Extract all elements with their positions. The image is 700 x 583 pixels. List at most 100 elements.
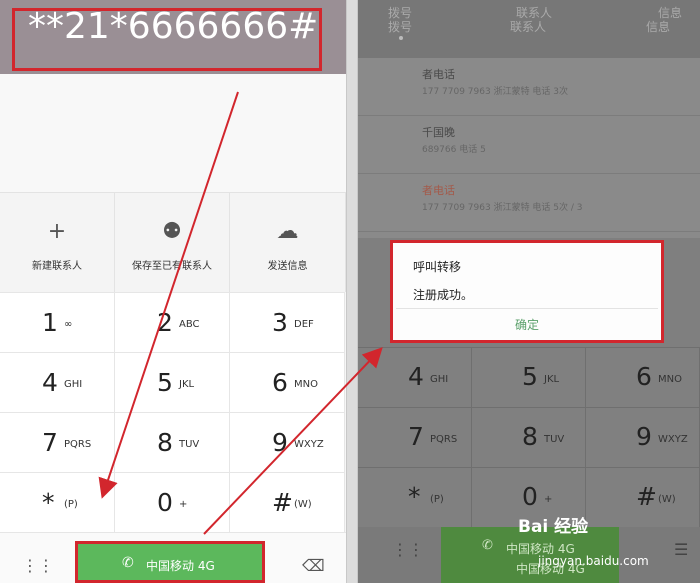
key-letters: (P) (430, 494, 444, 505)
key-digit: # (636, 482, 657, 511)
key-letters: JKL (544, 374, 560, 385)
key-letters: ABC (179, 319, 200, 330)
key-4[interactable]: 4 GHI (358, 347, 472, 407)
watermark-brand: Bai 经验 (518, 517, 589, 537)
key-letters: PQRS (430, 434, 458, 445)
key-letters: (P) (64, 499, 78, 510)
blank-area (0, 74, 346, 192)
key-digit: 8 (522, 422, 538, 451)
call-highlight-box (75, 541, 265, 583)
call-forward-result-screen: 拨号 拨号 联系人 联系人 信息 信息 者电话 177 7709 7963 浙江… (358, 0, 700, 583)
key-digit: 9 (636, 422, 652, 451)
caller-name: 者电话 (422, 68, 455, 81)
key-letters: TUV (179, 439, 200, 450)
key-letters: JKL (179, 379, 195, 390)
save-to-contact-label: 保存至已有联系人 (132, 261, 212, 272)
new-contact-label: 新建联系人 (32, 261, 82, 272)
key-digit: # (272, 488, 293, 517)
key-digit: 7 (42, 428, 58, 457)
key-digit: 8 (157, 428, 173, 457)
key-digit: 4 (408, 362, 424, 391)
key-5[interactable]: 5 JKL (472, 347, 586, 407)
key-digit: 2 (157, 308, 173, 337)
call-details: 177 7709 7963 浙江蒙特 电话 3次 (422, 87, 569, 97)
key-hash[interactable]: # (W) (586, 467, 700, 527)
key-digit: 9 (272, 428, 288, 457)
recent-call-row[interactable]: 者电话 177 7709 7963 浙江蒙特 电话 5次 / 3 (358, 174, 700, 232)
key-digit: 7 (408, 422, 424, 451)
key-digit: 0 (522, 482, 538, 511)
key-letters: + (544, 494, 553, 505)
key-5[interactable]: 5 JKL (115, 352, 230, 412)
key-digit: * (42, 488, 55, 517)
key-digit: 6 (636, 362, 652, 391)
key-letters: (W) (658, 494, 676, 505)
number-highlight-box (12, 8, 322, 71)
key-hash[interactable]: # (W) (230, 472, 345, 532)
new-contact-button[interactable]: + 新建联系人 (0, 192, 115, 292)
key-letters: + (179, 499, 188, 510)
tab-bar: 拨号 拨号 联系人 联系人 信息 信息 (358, 0, 700, 58)
key-digit: 3 (272, 308, 288, 337)
key-letters: MNO (294, 379, 318, 390)
key-8[interactable]: 8 TUV (472, 407, 586, 467)
recent-calls-list: 者电话 177 7709 7963 浙江蒙特 电话 3次 千国晚 689766 … (358, 58, 700, 238)
plus-icon: + (47, 219, 67, 244)
send-message-label: 发送信息 (267, 261, 308, 272)
key-letters: DEF (294, 319, 314, 330)
key-digit: * (408, 482, 421, 511)
key-digit: 1 (42, 308, 58, 337)
key-4[interactable]: 4 GHI (0, 352, 115, 412)
key-letters: ∞ (64, 319, 73, 330)
key-9[interactable]: 9 WXYZ (230, 412, 345, 472)
key-letters: TUV (544, 434, 565, 445)
dialer-screen: **21*6666666# + 新建联系人 ⚉ 保存至已有联系人 ☁ 发送信息 … (0, 0, 346, 583)
key-digit: 4 (42, 368, 58, 397)
watermark-url: jingyan.baidu.com (538, 554, 649, 568)
key-letters: PQRS (64, 439, 92, 450)
save-to-contact-button[interactable]: ⚉ 保存至已有联系人 (115, 192, 230, 292)
menu-icon[interactable]: ☰ (674, 540, 688, 559)
key-9[interactable]: 9 WXYZ (586, 407, 700, 467)
recent-call-row[interactable]: 千国晚 689766 电话 5 (358, 116, 700, 174)
key-letters: WXYZ (658, 434, 688, 445)
tab-dial-label: 拨号 (388, 20, 413, 34)
key-letters: MNO (658, 374, 682, 385)
keypad-grid-icon[interactable]: ⋮⋮ (22, 556, 54, 575)
key-digit: 6 (272, 368, 288, 397)
key-star[interactable]: * (P) (0, 472, 115, 532)
call-details: 689766 电话 5 (422, 145, 486, 155)
key-7[interactable]: 7 PQRS (358, 407, 472, 467)
key-letters: GHI (64, 379, 83, 390)
key-7[interactable]: 7 PQRS (0, 412, 115, 472)
key-digit: 5 (522, 362, 538, 391)
tab-messages-label: 信息 (646, 20, 671, 34)
caller-name: 者电话 (422, 184, 455, 197)
person-icon: ⚉ (162, 219, 182, 244)
dialog-highlight-box (390, 240, 664, 343)
key-digit: 5 (157, 368, 173, 397)
call-details: 177 7709 7963 浙江蒙特 电话 5次 / 3 (422, 203, 583, 213)
backspace-icon[interactable]: ⌫ (302, 556, 325, 575)
phone-icon: ✆ (482, 538, 493, 553)
send-message-button[interactable]: ☁ 发送信息 (230, 192, 346, 292)
key-0[interactable]: 0 + (115, 472, 230, 532)
key-star[interactable]: * (P) (358, 467, 472, 527)
key-letters: GHI (430, 374, 449, 385)
key-2[interactable]: 2 ABC (115, 292, 230, 352)
key-3[interactable]: 3 DEF (230, 292, 345, 352)
key-6[interactable]: 6 MNO (230, 352, 345, 412)
key-digit: 0 (157, 488, 173, 517)
panel-divider (346, 0, 358, 583)
chat-bubble-icon: ☁ (276, 219, 299, 244)
key-letters: WXYZ (294, 439, 324, 450)
caller-name: 千国晚 (422, 126, 455, 139)
keypad-grid-icon[interactable]: ⋮⋮ (392, 540, 424, 559)
key-6[interactable]: 6 MNO (586, 347, 700, 407)
recent-call-row[interactable]: 者电话 177 7709 7963 浙江蒙特 电话 3次 (358, 58, 700, 116)
tab-contacts-label: 联系人 (510, 20, 547, 34)
key-letters: (W) (294, 499, 312, 510)
active-tab-dot (399, 36, 403, 40)
key-1[interactable]: 1 ∞ (0, 292, 115, 352)
key-8[interactable]: 8 TUV (115, 412, 230, 472)
